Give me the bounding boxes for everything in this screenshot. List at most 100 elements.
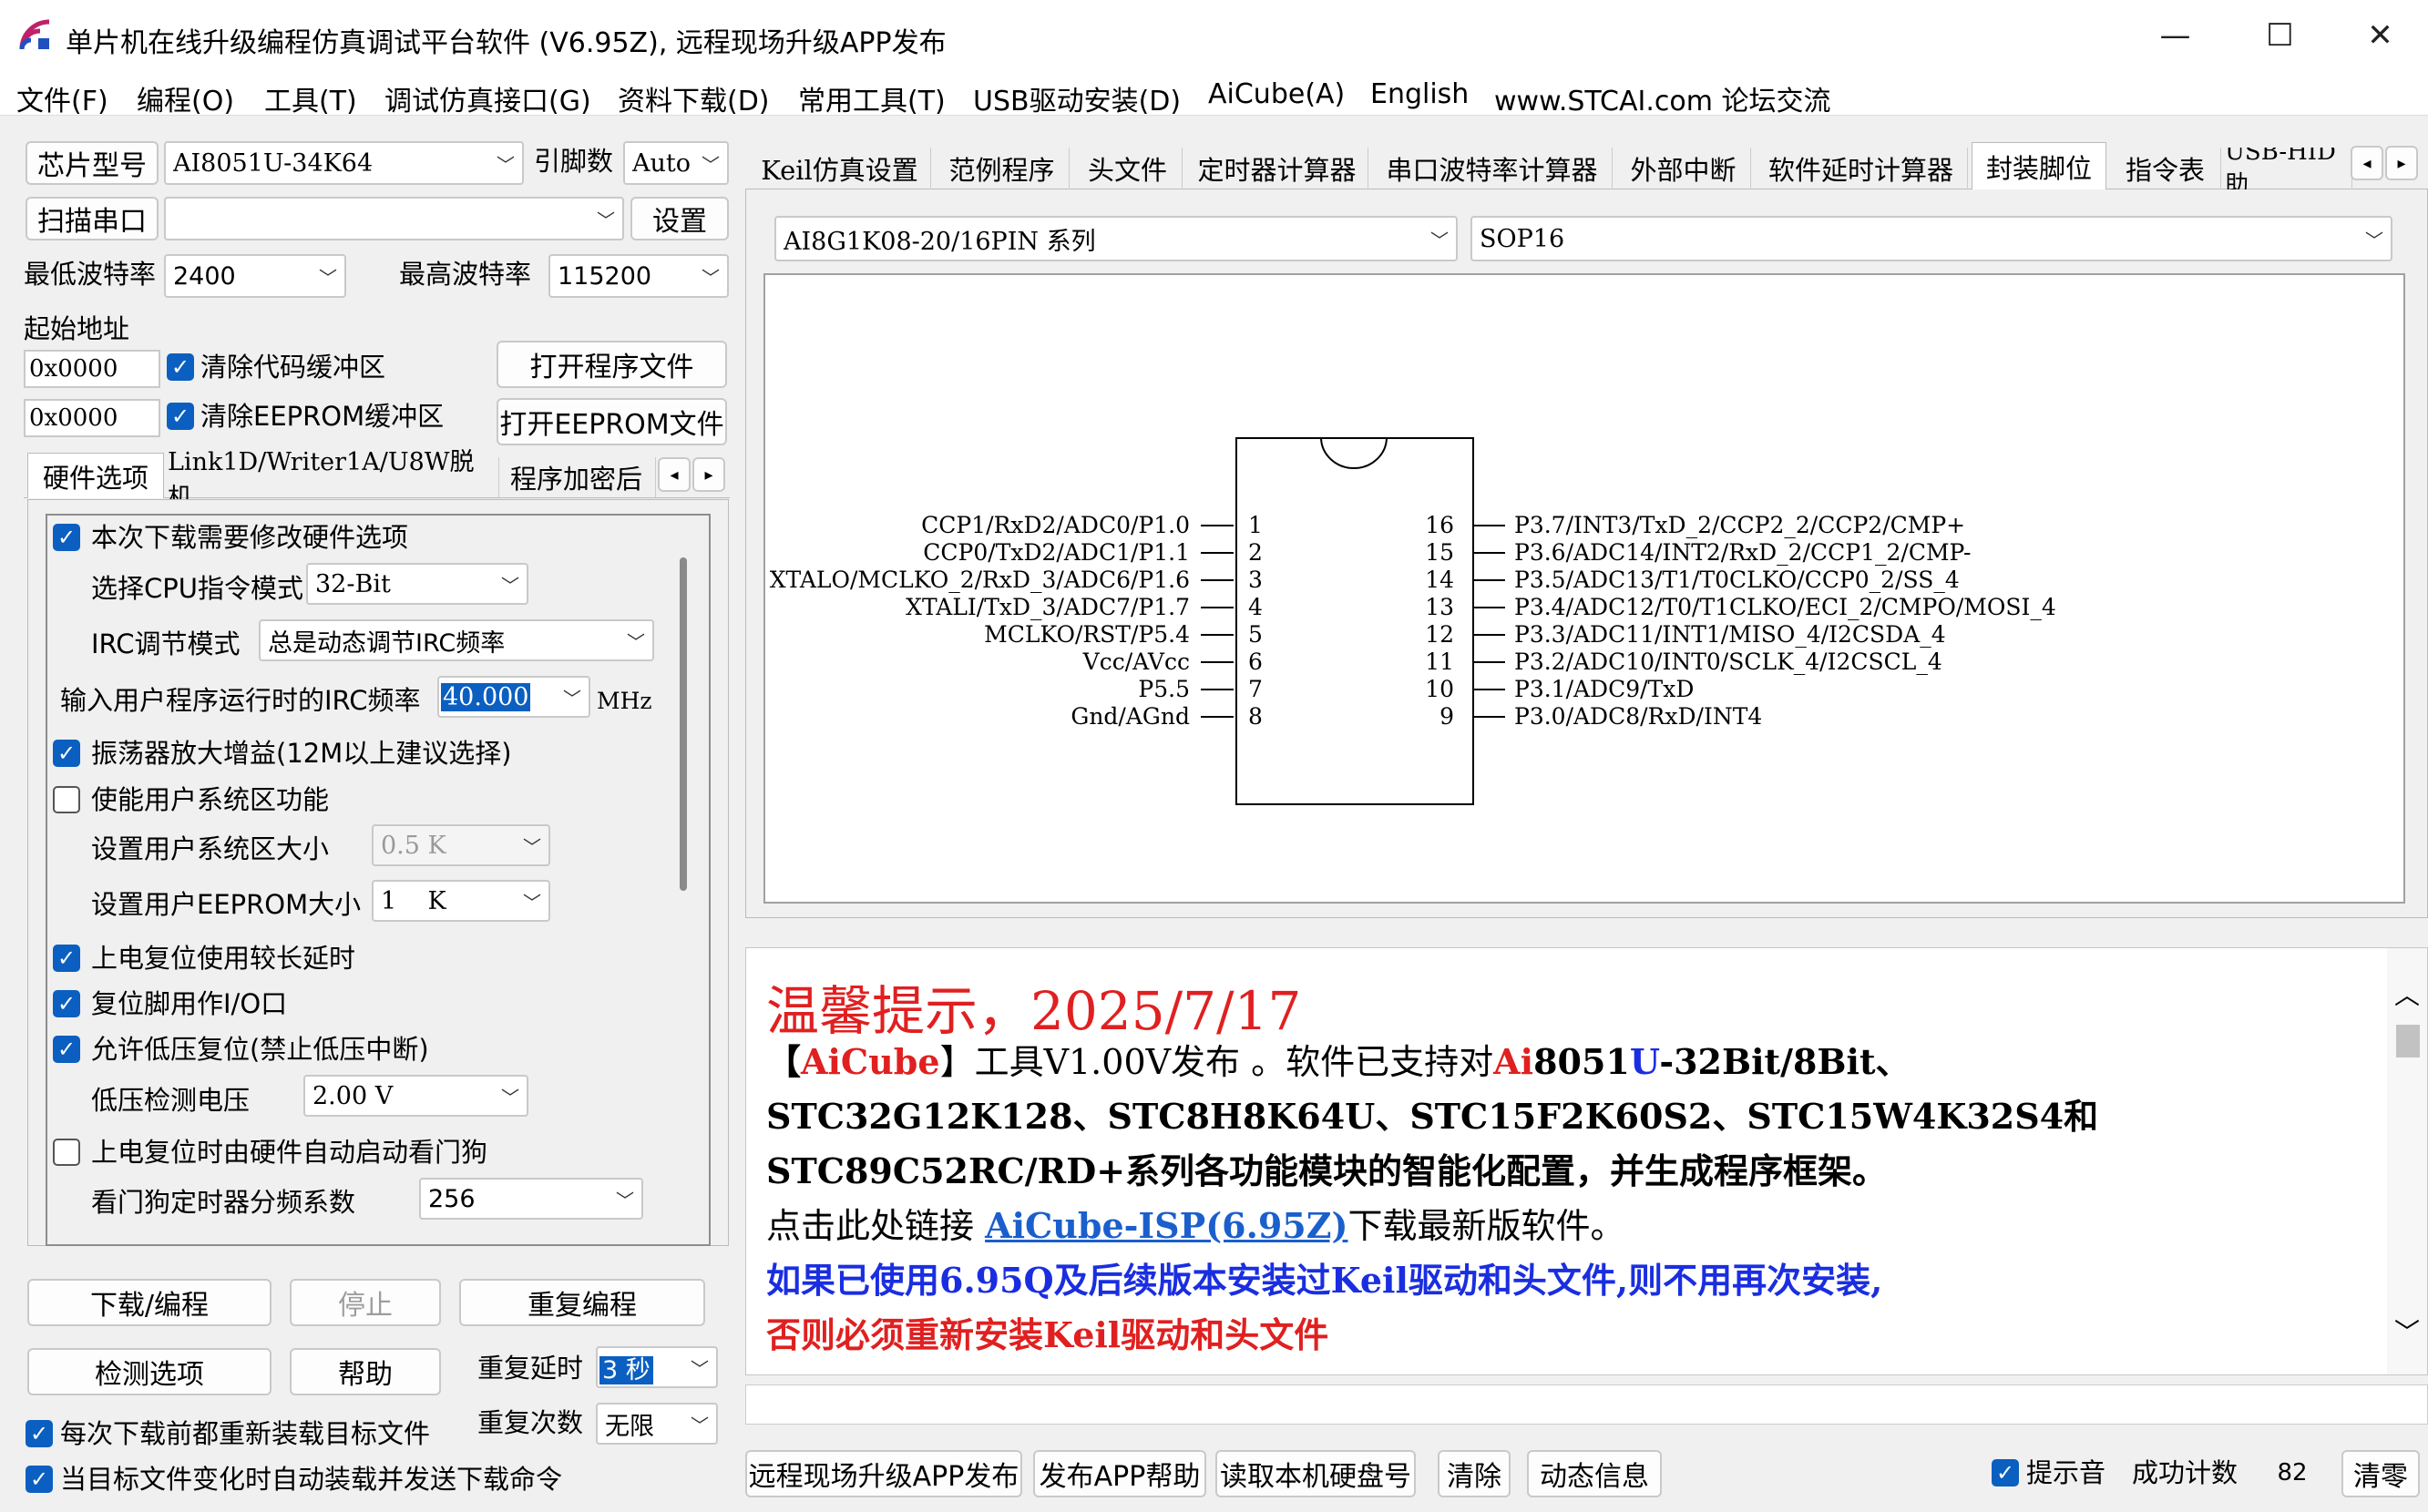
pin-label-left: XTALI/TxD_3/ADC7/P1.7 <box>906 594 1190 620</box>
clear-eeprom-checkbox[interactable]: ✓ <box>167 403 194 430</box>
check-options-button[interactable]: 检测选项 <box>27 1348 271 1395</box>
lvr-checkbox[interactable]: ✓ <box>53 1036 80 1063</box>
tab-baud-calc[interactable]: 串口波特率计算器 <box>1372 148 1613 189</box>
pin-number: 2 <box>1248 539 1263 566</box>
series-select[interactable]: AI8G1K08-20/16PIN 系列 ﹀ <box>774 216 1458 261</box>
pin-lead <box>1472 552 1505 554</box>
tab-delay-calc[interactable]: 软件延时计算器 <box>1755 148 1968 189</box>
chevron-down-icon: ﹀ <box>597 209 615 231</box>
reload-each-checkbox[interactable]: ✓ <box>26 1420 53 1447</box>
tab-scroll-right-button[interactable]: ▸ <box>692 457 725 492</box>
min-baud-label: 最低波特率 <box>24 259 157 290</box>
max-baud-select[interactable]: 115200 ﹀ <box>548 254 729 298</box>
chevron-down-icon[interactable]: ﹀ <box>2394 1313 2420 1349</box>
clear-code-checkbox[interactable]: ✓ <box>167 353 194 381</box>
menu-aicube[interactable]: AiCube(A) <box>1208 78 1345 110</box>
help-button[interactable]: 帮助 <box>290 1348 441 1395</box>
pin-number: 12 <box>1425 621 1454 648</box>
min-baud-select[interactable]: 2400 ﹀ <box>164 254 346 298</box>
open-program-button[interactable]: 打开程序文件 <box>497 341 727 388</box>
reset-count-button[interactable]: 清零 <box>2341 1450 2420 1497</box>
tab-encryption[interactable]: 程序加密后 <box>510 457 656 497</box>
user-eeprom-select[interactable]: 1 K ﹀ <box>372 880 550 922</box>
menu-english[interactable]: English <box>1370 78 1469 110</box>
dynamic-info-button[interactable]: 动态信息 <box>1527 1450 1662 1497</box>
osc-gain-checkbox[interactable]: ✓ <box>53 740 80 767</box>
download-button[interactable]: 下载/编程 <box>27 1279 271 1326</box>
open-eeprom-button[interactable]: 打开EEPROM文件 <box>497 398 727 445</box>
menu-file[interactable]: 文件(F) <box>16 78 108 118</box>
repeat-count-select[interactable]: 无限 ﹀ <box>596 1403 718 1445</box>
wdt-auto-label: 上电复位时由硬件自动启动看门狗 <box>91 1137 488 1168</box>
pin-lead <box>1201 634 1234 636</box>
menu-common-tools[interactable]: 常用工具(T) <box>798 78 946 118</box>
pins-select[interactable]: Auto ﹀ <box>623 141 729 185</box>
minimize-button[interactable]: — <box>2123 0 2228 70</box>
app-help-button[interactable]: 发布APP帮助 <box>1033 1450 1206 1497</box>
code-address-input[interactable]: 0x0000 <box>24 350 160 388</box>
tab-offline[interactable]: Link1D/Writer1A/U8W脱机 <box>168 448 499 512</box>
tab-instructions[interactable]: 指令表 <box>2110 148 2221 189</box>
tab-scroll-left-button[interactable]: ◂ <box>658 457 691 492</box>
eeprom-address-input[interactable]: 0x0000 <box>24 399 160 437</box>
tab-timer-calc[interactable]: 定时器计算器 <box>1186 148 1368 189</box>
reprogram-button[interactable]: 重复编程 <box>459 1279 705 1326</box>
modify-hw-checkbox[interactable]: ✓ <box>53 524 80 551</box>
maximize-button[interactable]: ☐ <box>2228 0 2332 70</box>
chip-model-select[interactable]: AI8051U-34K64 ﹀ <box>164 141 524 185</box>
user-sys-size-select[interactable]: 0.5 K ﹀ <box>372 824 550 866</box>
tab-hardware-options[interactable]: 硬件选项 <box>27 453 164 498</box>
reset-io-checkbox[interactable]: ✓ <box>53 990 80 1017</box>
info-line-4: 点击此处链接 AiCube-ISP(6.95Z)下载最新版软件。 <box>766 1205 1625 1246</box>
chevron-down-icon: ﹀ <box>2365 229 2383 251</box>
auto-reload-checkbox[interactable]: ✓ <box>26 1466 53 1493</box>
right-tab-scroll-left-button[interactable]: ◂ <box>2351 146 2383 180</box>
tab-headers[interactable]: 头文件 <box>1073 148 1183 189</box>
sound-checkbox[interactable]: ✓ <box>1992 1459 2019 1486</box>
tab-ext-int[interactable]: 外部中断 <box>1616 148 1751 189</box>
menu-usb-driver[interactable]: USB驱动安装(D) <box>973 78 1181 118</box>
read-disk-button[interactable]: 读取本机硬盘号 <box>1215 1450 1416 1497</box>
remote-upgrade-button[interactable]: 远程现场升级APP发布 <box>745 1450 1022 1497</box>
user-sys-checkbox[interactable] <box>53 786 80 813</box>
pin-lead <box>1201 607 1234 608</box>
download-link[interactable]: AiCube-ISP(6.95Z) <box>985 1205 1347 1246</box>
lvd-select[interactable]: 2.00 V ﹀ <box>303 1075 528 1117</box>
menu-program[interactable]: 编程(O) <box>137 78 234 118</box>
menu-tools[interactable]: 工具(T) <box>264 78 357 118</box>
tab-package-pins[interactable]: 封装脚位 <box>1972 142 2106 189</box>
scroll-thumb[interactable] <box>2396 1025 2420 1057</box>
tab-keil-debug[interactable]: Keil仿真设置 <box>749 148 931 189</box>
menu-download[interactable]: 资料下载(D) <box>618 78 770 118</box>
cpu-mode-select[interactable]: 32-Bit ﹀ <box>306 563 528 605</box>
pin-lead <box>1472 634 1505 636</box>
repeat-delay-select[interactable]: 3 秒 ﹀ <box>596 1346 718 1388</box>
menu-debug[interactable]: 调试仿真接口(G) <box>384 78 591 118</box>
wdt-div-select[interactable]: 256 ﹀ <box>419 1178 643 1220</box>
long-reset-checkbox[interactable]: ✓ <box>53 945 80 972</box>
wdt-auto-checkbox[interactable] <box>53 1139 80 1166</box>
right-tab-scroll-right-button[interactable]: ▸ <box>2385 146 2418 180</box>
chip-model-button[interactable]: 芯片型号 <box>26 141 159 185</box>
repeat-delay-label: 重复延时 <box>477 1353 584 1384</box>
scan-port-button[interactable]: 扫描串口 <box>26 197 159 240</box>
irc-mode-select[interactable]: 总是动态调节IRC频率 ﹀ <box>259 619 654 661</box>
package-select[interactable]: SOP16 ﹀ <box>1470 216 2392 261</box>
chevron-up-icon[interactable]: ︿ <box>2394 976 2420 1012</box>
pin-label-right: P3.6/ADC14/INT2/RxD_2/CCP1_2/CMP- <box>1514 539 1972 566</box>
options-scrollbar[interactable] <box>680 557 687 891</box>
min-baud-value: 2400 <box>173 261 236 291</box>
tab-usb-hid[interactable]: USB-HID助 <box>2225 148 2352 189</box>
menu-forum[interactable]: www.STCAI.com 论坛交流 <box>1494 78 1830 118</box>
info-scrollbar[interactable]: ︿ ﹀ <box>2387 948 2427 1374</box>
pin-number: 6 <box>1248 649 1263 675</box>
chevron-down-icon: ﹀ <box>702 266 720 289</box>
stop-button[interactable]: 停止 <box>290 1279 441 1326</box>
irc-freq-select[interactable]: 40.000 ﹀ <box>437 676 590 718</box>
tab-examples[interactable]: 范例程序 <box>935 148 1070 189</box>
port-select[interactable]: ﹀ <box>164 197 624 240</box>
clear-button[interactable]: 清除 <box>1438 1450 1511 1497</box>
status-bar <box>745 1384 2428 1425</box>
settings-button[interactable]: 设置 <box>630 197 729 240</box>
close-button[interactable]: ✕ <box>2328 0 2428 70</box>
